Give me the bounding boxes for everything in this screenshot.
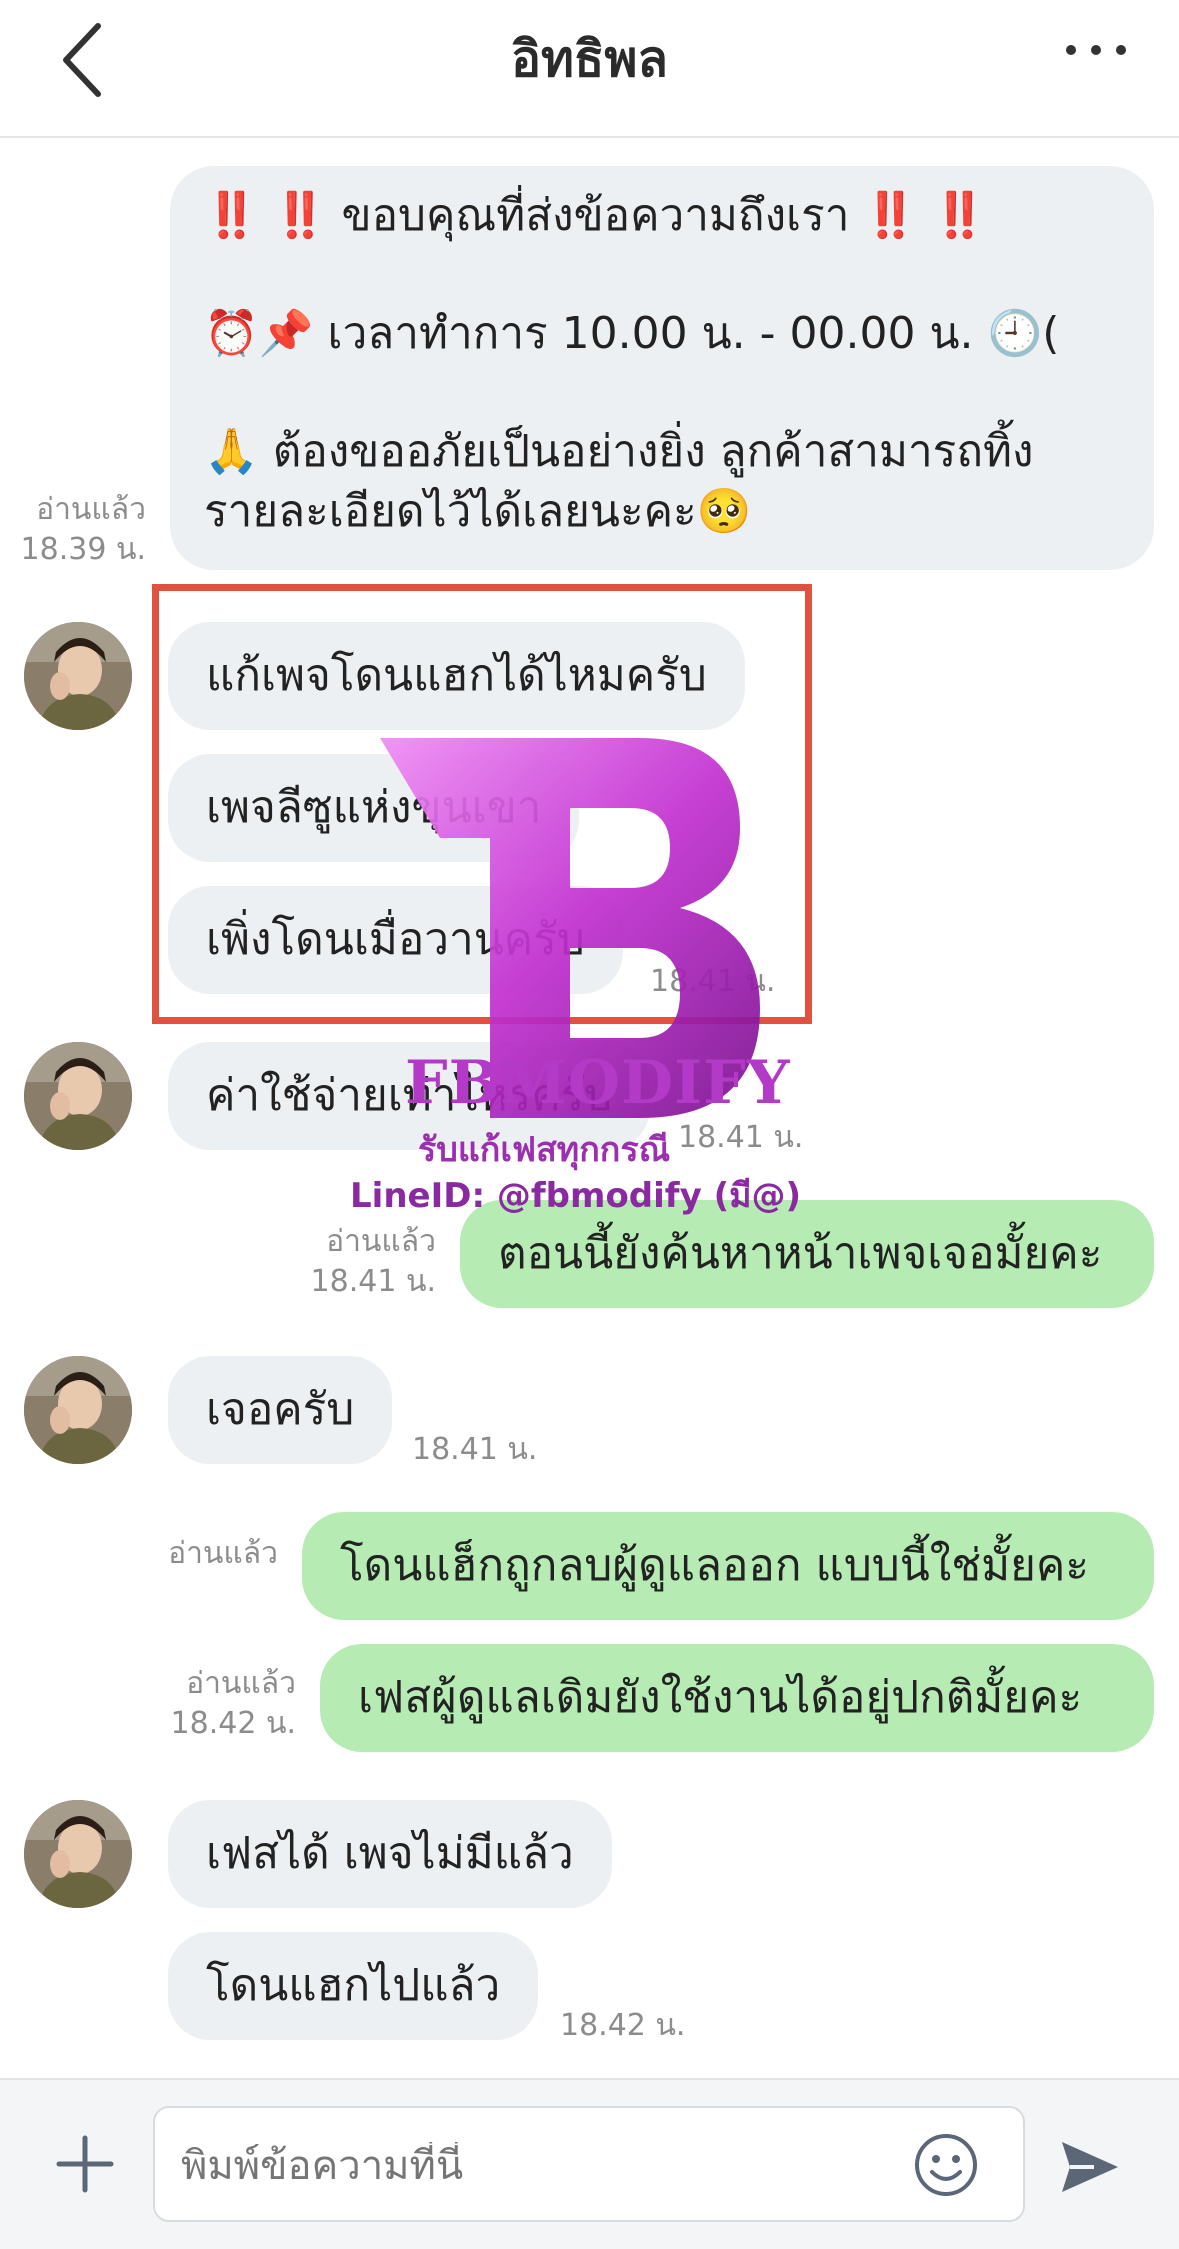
message-composer <box>0 2078 1179 2249</box>
read-status: อ่านแล้ว 18.42 น. <box>170 1666 296 1741</box>
more-options-button[interactable] <box>1061 30 1131 70</box>
message-input[interactable] <box>179 2142 923 2190</box>
message-time: 18.41 น. <box>412 1432 538 1467</box>
welcome-read-status: อ่านแล้ว 18.39 น. <box>20 492 146 567</box>
outgoing-message[interactable]: เฟสผู้ดูแลเดิมยังใช้งานได้อยู่ปกติมั้ยคะ <box>320 1644 1154 1752</box>
highlight-box <box>152 584 812 1024</box>
message-time: 18.42 น. <box>560 2008 686 2043</box>
avatar[interactable] <box>24 1800 132 1908</box>
welcome-line-3: 🙏 ต้องขออภัยเป็นอย่างยิ่ง ลูกค้าสามารถทิ… <box>204 426 1034 477</box>
chat-header: อิทธิพล <box>0 0 1179 138</box>
message-input-box[interactable] <box>153 2106 1025 2222</box>
watermark-brand: FBMODIFY <box>405 1048 791 1118</box>
welcome-line-2: ⏰📌 เวลาทำการ 10.00 น. - 00.00 น. 🕘( <box>204 308 1060 359</box>
emoji-icon[interactable] <box>913 2132 979 2198</box>
plus-icon[interactable] <box>55 2134 115 2194</box>
avatar[interactable] <box>24 1356 132 1464</box>
incoming-message[interactable]: เจอครับ <box>168 1356 393 1464</box>
auto-reply-bubble[interactable]: ‼️ ‼️ ขอบคุณที่ส่งข้อความถึงเรา ‼️ ‼️ ⏰📌… <box>170 166 1154 570</box>
message-list[interactable]: ‼️ ‼️ ขอบคุณที่ส่งข้อความถึงเรา ‼️ ‼️ ⏰📌… <box>0 138 1179 2078</box>
message-time: 18.41 น. <box>678 1120 804 1155</box>
incoming-message[interactable]: เฟสได้ เพจไม่มีแล้ว <box>168 1800 612 1908</box>
outgoing-message[interactable]: โดนแฮ็กถูกลบผู้ดูแลออก แบบนี้ใช่มั้ยคะ <box>302 1512 1154 1620</box>
watermark-line-id: LineID: @fbmodify (มี@) <box>350 1176 802 1216</box>
read-status: อ่านแล้ว <box>168 1536 278 1571</box>
welcome-line-1: ‼️ ‼️ ขอบคุณที่ส่งข้อความถึงเรา ‼️ ‼️ <box>204 190 987 241</box>
send-icon[interactable] <box>1058 2138 1122 2196</box>
chat-title: อิทธิพล <box>510 30 669 88</box>
welcome-line-4: รายละเอียดไว้ได้เลยนะคะ🥺 <box>204 486 752 537</box>
avatar[interactable] <box>24 622 132 730</box>
read-status: อ่านแล้ว 18.41 น. <box>310 1224 436 1299</box>
incoming-message[interactable]: โดนแฮกไปแล้ว <box>168 1932 539 2040</box>
avatar[interactable] <box>24 1042 132 1150</box>
